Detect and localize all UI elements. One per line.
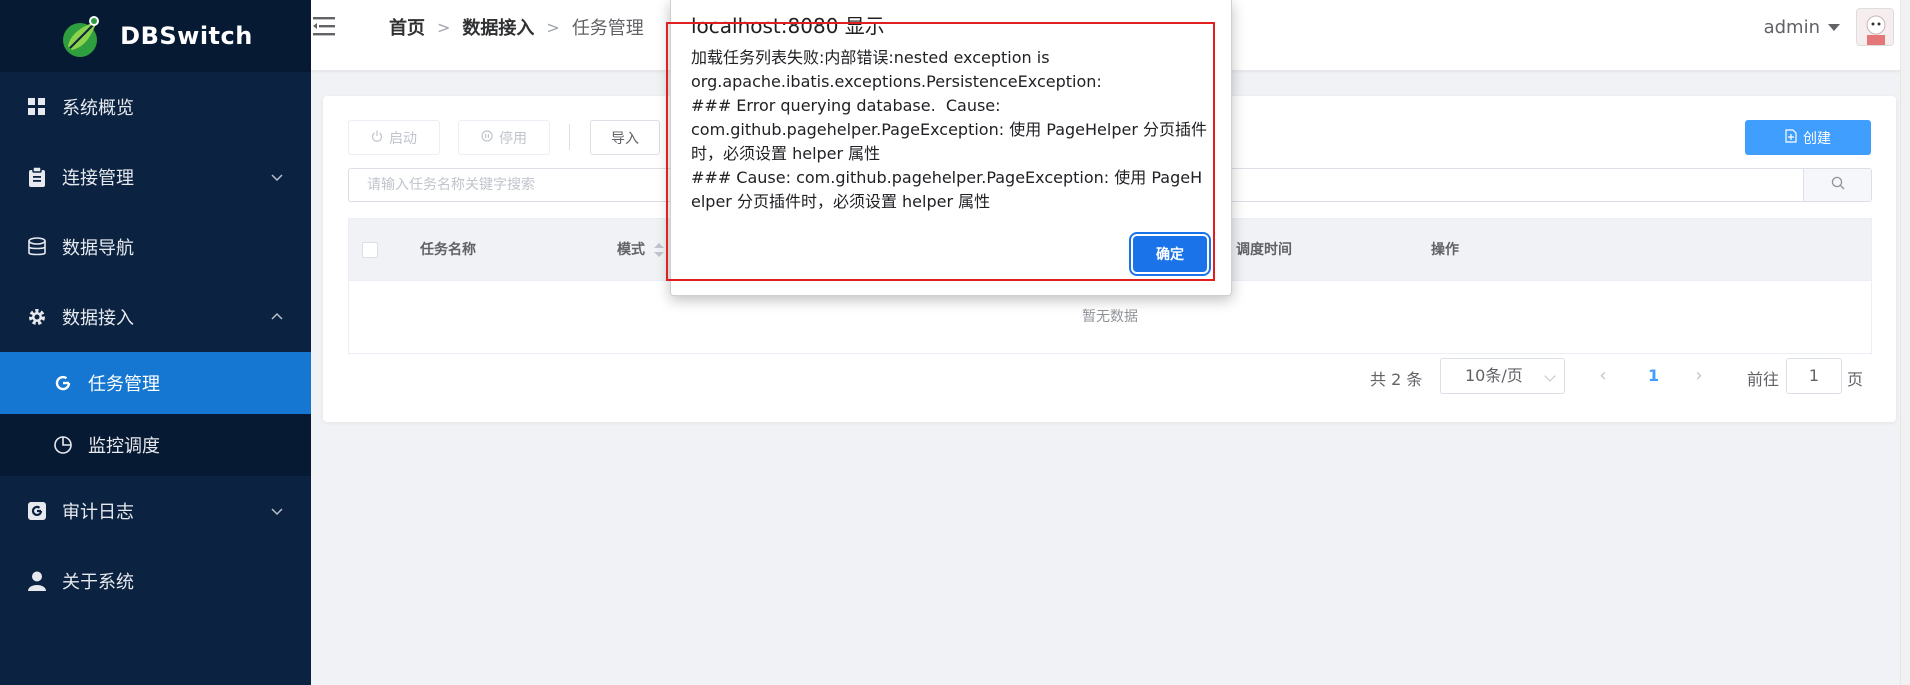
current-page[interactable]: 1 — [1648, 366, 1659, 385]
sidebar-item-label: 监控调度 — [88, 436, 160, 457]
prev-page-icon[interactable]: ‹ — [1593, 366, 1613, 386]
username[interactable]: admin — [1764, 17, 1820, 38]
logo-leaf-icon — [58, 12, 106, 60]
page-unit-label: 页 — [1847, 370, 1864, 389]
stop-button-label: 停用 — [499, 130, 527, 147]
gear-icon — [26, 306, 48, 328]
sidebar-item-label: 数据接入 — [62, 308, 134, 329]
submenu-data-ingestion: 任务管理 监控调度 — [0, 352, 311, 476]
sidebar-item-label: 数据导航 — [62, 238, 134, 259]
goto-page-input[interactable]: 1 — [1786, 358, 1842, 394]
caret-down-icon[interactable] — [1828, 23, 1840, 31]
sidebar-menu: 系统概览 连接管理 数据导航 数据接入 任务管理 监控调度 审计日志 关于系统 — [0, 72, 311, 616]
search-button[interactable] — [1803, 169, 1871, 201]
start-button[interactable]: 启动 — [348, 120, 440, 155]
dialog-message: 加载任务列表失败:内部错误:nested exception is org.ap… — [691, 48, 1208, 211]
sidebar: DBSwitch 系统概览 连接管理 数据导航 数据接入 任务管理 监控调度 审… — [0, 0, 311, 685]
sidebar-item-label: 连接管理 — [62, 168, 134, 189]
stop-button[interactable]: 停用 — [458, 120, 550, 155]
pagination-total: 共 2 条 — [1370, 370, 1423, 389]
breadcrumb-current: 任务管理 — [571, 18, 644, 39]
column-header-mode[interactable]: 模式 — [617, 219, 664, 281]
column-header-schedule-time: 调度时间 — [1236, 242, 1292, 258]
avatar[interactable] — [1856, 8, 1894, 46]
sidebar-item-data-ingestion[interactable]: 数据接入 — [0, 282, 311, 352]
breadcrumb: 首页 > 数据接入 > 任务管理 — [389, 14, 644, 40]
dialog-title: localhost:8080 显示 — [691, 14, 885, 38]
hamburger-menu-icon[interactable] — [313, 14, 339, 38]
sidebar-item-label: 任务管理 — [88, 374, 160, 395]
refresh-icon — [52, 372, 74, 394]
chevron-up-icon — [269, 309, 285, 325]
page-size-select[interactable]: 10条/页 — [1440, 358, 1565, 394]
grid-icon — [26, 96, 48, 118]
sidebar-item-connections[interactable]: 连接管理 — [0, 142, 311, 212]
column-header-task-name: 任务名称 — [420, 242, 476, 258]
sidebar-item-data-navigation[interactable]: 数据导航 — [0, 212, 311, 282]
goto-label: 前往 — [1747, 370, 1780, 389]
dialog-ok-button[interactable]: 确定 — [1133, 236, 1207, 272]
breadcrumb-separator-icon: > — [546, 17, 560, 37]
sidebar-item-overview[interactable]: 系统概览 — [0, 72, 311, 142]
sidebar-item-label: 系统概览 — [62, 98, 134, 119]
database-icon — [26, 236, 48, 258]
search-icon — [1831, 176, 1845, 194]
select-all-checkbox[interactable] — [362, 242, 378, 258]
chevron-down-icon — [1544, 370, 1556, 382]
user-icon — [26, 570, 48, 592]
sidebar-item-audit-log[interactable]: 审计日志 — [0, 476, 311, 546]
power-icon — [371, 130, 383, 146]
sidebar-item-label: 关于系统 — [62, 572, 134, 593]
column-header-actions: 操作 — [1431, 242, 1459, 258]
app-name: DBSwitch — [120, 22, 253, 50]
page-size-value: 10条/页 — [1465, 366, 1523, 385]
sidebar-item-about[interactable]: 关于系统 — [0, 546, 311, 616]
import-button[interactable]: 导入 — [590, 120, 660, 155]
sidebar-item-monitor-schedule[interactable]: 监控调度 — [0, 414, 311, 476]
import-button-label: 导入 — [611, 130, 639, 147]
next-page-icon[interactable]: › — [1689, 366, 1709, 386]
audit-icon — [26, 500, 48, 522]
chevron-down-icon — [269, 503, 285, 519]
breadcrumb-data-ingestion[interactable]: 数据接入 — [462, 14, 534, 40]
sort-icon[interactable] — [653, 243, 664, 257]
pie-icon — [52, 434, 74, 456]
pagination: 共 2 条 10条/页 ‹ 1 › 前往 1 页 — [323, 358, 1896, 394]
page-scrollbar[interactable] — [1900, 0, 1910, 685]
column-header-mode-label: 模式 — [617, 242, 645, 258]
pause-icon — [481, 129, 493, 146]
breadcrumb-home[interactable]: 首页 — [389, 14, 425, 40]
user-menu[interactable]: admin — [1764, 8, 1894, 46]
clipboard-icon — [26, 166, 48, 188]
alert-dialog: localhost:8080 显示 加载任务列表失败:内部错误:nested e… — [670, 0, 1232, 296]
create-button-label: 创建 — [1803, 130, 1831, 147]
sidebar-item-task-management[interactable]: 任务管理 — [0, 352, 311, 414]
logo[interactable]: DBSwitch — [0, 0, 311, 72]
start-button-label: 启动 — [389, 130, 417, 147]
breadcrumb-separator-icon: > — [437, 17, 451, 37]
add-document-icon — [1785, 128, 1797, 147]
sidebar-item-label: 审计日志 — [62, 502, 134, 523]
toolbar-divider — [569, 124, 570, 150]
create-button[interactable]: 创建 — [1745, 120, 1871, 155]
chevron-down-icon — [269, 169, 285, 185]
